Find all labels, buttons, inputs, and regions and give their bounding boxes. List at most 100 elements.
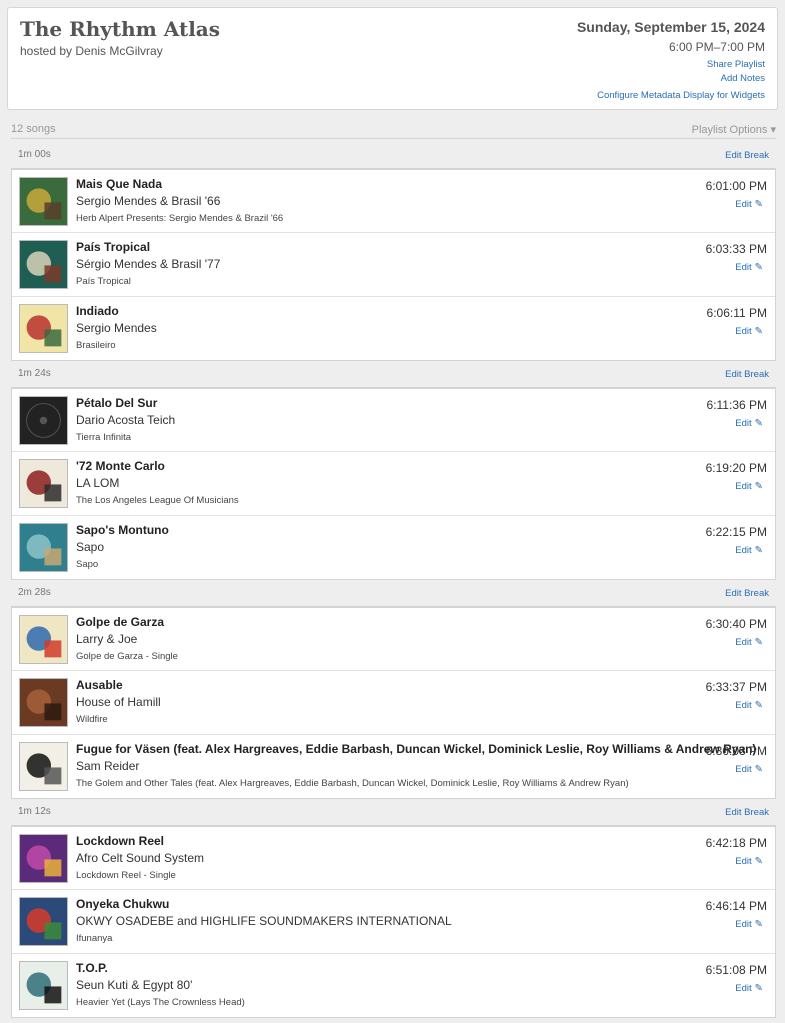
- add-notes-link[interactable]: Add Notes: [721, 73, 765, 84]
- song-title: Onyeka Chukwu: [76, 897, 170, 912]
- edit-song-button[interactable]: Edit ✎: [735, 262, 763, 273]
- song-time: 6:22:15 PM: [705, 524, 767, 539]
- song-artist: OKWY OSADEBE and HIGHLIFE SOUNDMAKERS IN…: [76, 914, 452, 929]
- break-duration: 1m 24s: [18, 368, 51, 379]
- song-title: Fugue for Väsen (feat. Alex Hargreaves, …: [76, 741, 757, 756]
- album-cover: [19, 522, 68, 572]
- break-row: 1m 00s Edit Break: [11, 140, 776, 169]
- edit-label: Edit: [735, 700, 752, 712]
- edit-song-button[interactable]: Edit ✎: [735, 199, 763, 210]
- song-row: Lockdown Reel Afro Celt Sound System Lockd…: [12, 827, 775, 891]
- pencil-icon: ✎: [754, 700, 763, 712]
- album-cover: [19, 678, 68, 728]
- pencil-icon: ✎: [754, 919, 763, 931]
- song-artist: Afro Celt Sound System: [76, 851, 205, 865]
- song-album: Heavier Yet (Lays The Crownless Head): [76, 996, 245, 1008]
- edit-song-button[interactable]: Edit ✎: [735, 856, 763, 867]
- song-title: Sapo's Montuno: [76, 522, 169, 537]
- song-artist: Sergio Mendes & Brasil '66: [76, 194, 221, 208]
- edit-song-button[interactable]: Edit ✎: [735, 700, 763, 711]
- song-time: 6:33:37 PM: [705, 680, 767, 695]
- song-row: Ausable House of Hamill Wildfire 6:33:37 PM…: [12, 671, 775, 735]
- song-album: The Golem and Other Tales (feat. Alex Ha…: [76, 777, 629, 789]
- edit-song-button[interactable]: Edit ✎: [735, 919, 763, 930]
- edit-label: Edit: [735, 919, 752, 931]
- pencil-icon: ✎: [754, 637, 763, 648]
- pencil-icon: ✎: [754, 763, 763, 775]
- edit-label: Edit: [735, 637, 752, 648]
- song-album: Golpe de Garza - Single: [76, 651, 178, 662]
- share-playlist-link[interactable]: Share Playlist: [707, 59, 765, 70]
- edit-song-button[interactable]: Edit ✎: [735, 481, 763, 492]
- pencil-icon: ✎: [754, 982, 763, 994]
- break-duration: 2m 28s: [18, 587, 51, 598]
- edit-song-button[interactable]: Edit ✎: [735, 326, 763, 337]
- song-title: Mais Que Nada: [76, 177, 163, 191]
- song-row: Onyeka Chukwu OKWY OSADEBE and HIGHLIFE S…: [12, 890, 775, 954]
- album-cover: [19, 240, 68, 290]
- song-row: Mais Que Nada Sergio Mendes & Brasil '66 H…: [12, 170, 775, 234]
- song-title: Ausable: [76, 678, 123, 693]
- song-count: 12 songs: [11, 123, 56, 135]
- edit-song-button[interactable]: Edit ✎: [735, 418, 763, 429]
- edit-break-button[interactable]: Edit Break: [725, 588, 769, 599]
- edit-song-button[interactable]: Edit ✎: [735, 983, 763, 994]
- song-artist: Sérgio Mendes & Brasil '77: [76, 257, 221, 272]
- song-row: Indiado Sergio Mendes Brasileiro 6:06:11 PM…: [12, 297, 775, 360]
- edit-label: Edit: [735, 325, 752, 337]
- album-cover: [19, 396, 68, 445]
- edit-break-button[interactable]: Edit Break: [725, 807, 769, 818]
- song-artist: Sapo: [76, 539, 105, 554]
- song-artist: Larry & Joe: [76, 632, 138, 646]
- song-time: 6:19:20 PM: [705, 461, 767, 476]
- song-row: Golpe de Garza Larry & Joe Golpe de Garza …: [12, 608, 775, 672]
- song-title: Pétalo Del Sur: [76, 396, 158, 410]
- edit-song-button[interactable]: Edit ✎: [735, 764, 763, 775]
- song-group: Golpe de Garza Larry & Joe Golpe de Garza …: [11, 607, 776, 799]
- show-header: The Rhythm Atlas hosted by Denis McGilvr…: [7, 7, 778, 110]
- playlist-options-dropdown[interactable]: Playlist Options ▾: [692, 123, 776, 136]
- song-time: 6:30:40 PM: [705, 617, 767, 631]
- edit-song-button[interactable]: Edit ✎: [735, 637, 763, 648]
- pencil-icon: ✎: [754, 325, 763, 337]
- song-artist: Dario Acosta Teich: [76, 413, 176, 427]
- break-duration: 1m 12s: [18, 806, 51, 817]
- edit-break-button[interactable]: Edit Break: [725, 150, 769, 161]
- edit-label: Edit: [735, 199, 752, 210]
- song-group: Lockdown Reel Afro Celt Sound System Lockd…: [11, 826, 776, 1018]
- song-group: Pétalo Del Sur Dario Acosta Teich Tierra I…: [11, 388, 776, 580]
- song-row: Pétalo Del Sur Dario Acosta Teich Tierra I…: [12, 389, 775, 453]
- song-title: T.O.P.: [76, 960, 108, 975]
- edit-label: Edit: [735, 544, 752, 556]
- show-title: The Rhythm Atlas: [20, 17, 221, 41]
- pencil-icon: ✎: [754, 481, 763, 493]
- playlist-toolbar: 12 songs Playlist Options ▾: [11, 117, 776, 139]
- song-group: Mais Que Nada Sergio Mendes & Brasil '66 H…: [11, 169, 776, 361]
- song-row: Sapo's Montuno Sapo Sapo 6:22:15 PM Edit ✎: [12, 516, 775, 579]
- edit-song-button[interactable]: Edit ✎: [735, 545, 763, 556]
- album-cover: [19, 459, 68, 509]
- album-cover: [19, 615, 68, 664]
- edit-label: Edit: [735, 481, 752, 493]
- song-artist: LA LOM: [76, 476, 120, 491]
- song-time: 6:03:33 PM: [705, 242, 767, 257]
- song-artist: Sam Reider: [76, 758, 140, 773]
- configure-metadata-link[interactable]: Configure Metadata Display for Widgets: [597, 90, 765, 101]
- edit-label: Edit: [735, 982, 752, 994]
- song-artist: Sergio Mendes: [76, 320, 157, 335]
- song-row: País Tropical Sérgio Mendes & Brasil '77 P…: [12, 233, 775, 297]
- album-cover: [19, 897, 68, 947]
- song-album: Brasileiro: [76, 339, 116, 351]
- song-row: Fugue for Väsen (feat. Alex Hargreaves, …: [12, 735, 775, 798]
- song-artist: Seun Kuti & Egypt 80': [76, 977, 193, 992]
- break-row: 2m 28s Edit Break: [11, 578, 776, 607]
- song-album: Lockdown Reel - Single: [76, 870, 176, 881]
- song-time: 6:01:00 PM: [705, 179, 767, 193]
- pencil-icon: ✎: [754, 262, 763, 274]
- song-time: 6:11:36 PM: [706, 398, 767, 412]
- song-time: 6:06:11 PM: [706, 305, 767, 320]
- pencil-icon: ✎: [754, 856, 763, 867]
- song-album: Wildfire: [76, 714, 108, 726]
- edit-break-button[interactable]: Edit Break: [725, 369, 769, 380]
- song-title: Indiado: [76, 303, 119, 318]
